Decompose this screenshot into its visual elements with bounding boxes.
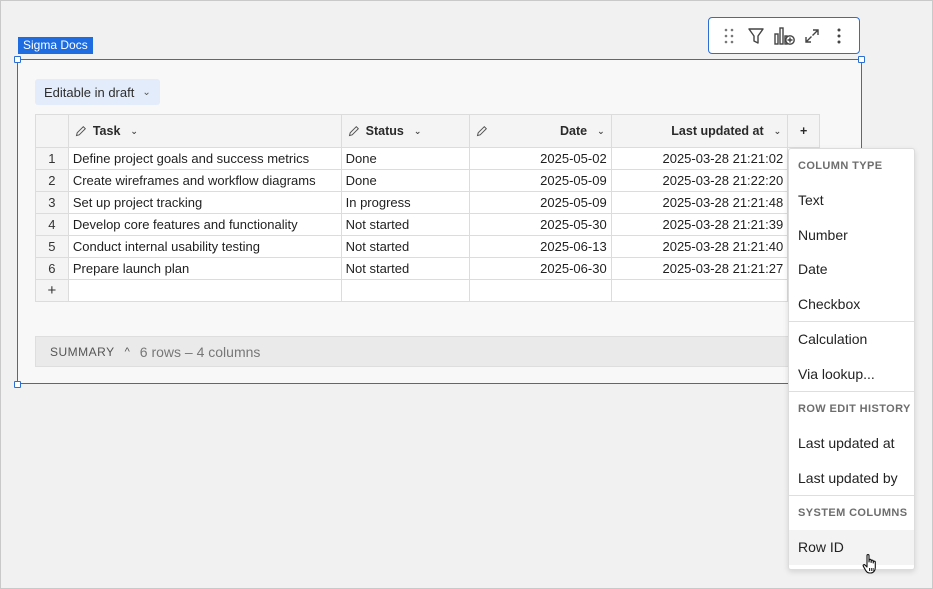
- status-cell[interactable]: Done: [340, 169, 471, 192]
- last-updated-at-cell[interactable]: 2025-03-28 21:22:20: [610, 169, 789, 192]
- menu-item-text[interactable]: Text: [789, 183, 914, 218]
- task-cell[interactable]: Define project goals and success metrics: [67, 147, 342, 170]
- date-cell[interactable]: 2025-06-13: [469, 235, 612, 258]
- status-cell[interactable]: In progress: [340, 191, 471, 214]
- menu-item-row-id[interactable]: Row ID: [789, 530, 914, 565]
- column-label: Task: [92, 124, 121, 138]
- task-cell[interactable]: Develop core features and functionality: [67, 213, 342, 236]
- summary-bar[interactable]: SUMMARY ^ 6 rows – 4 columns: [35, 336, 820, 367]
- column-header-date[interactable]: Date ⌄: [469, 114, 612, 148]
- column-label: Date: [560, 124, 588, 138]
- column-label: Last updated at: [671, 124, 764, 138]
- row-number-header: [35, 114, 69, 148]
- editable-in-draft-badge[interactable]: Editable in draft ⌄: [35, 79, 160, 105]
- table-row[interactable]: 3 Set up project tracking In progress 2025-…: [35, 191, 820, 214]
- add-row-button[interactable]: +: [35, 279, 69, 302]
- chevron-down-icon[interactable]: ⌄: [414, 126, 422, 137]
- column-header-status[interactable]: Status ⌄: [340, 114, 471, 148]
- last-updated-at-cell[interactable]: 2025-03-28 21:21:48: [610, 191, 789, 214]
- more-vertical-icon[interactable]: [828, 25, 850, 47]
- element-name-label: Sigma Docs: [18, 37, 93, 54]
- empty-cell[interactable]: [67, 279, 342, 302]
- row-number-cell: 6: [35, 257, 69, 280]
- column-label: Status: [365, 124, 404, 138]
- menu-item-last-updated-at[interactable]: Last updated at: [789, 426, 914, 461]
- task-cell[interactable]: Prepare launch plan: [67, 257, 342, 280]
- column-header-last-updated-at[interactable]: Last updated at ⌄: [610, 114, 789, 148]
- add-column-button[interactable]: +: [787, 114, 820, 148]
- chevron-down-icon: ⌄: [142, 86, 151, 98]
- add-row: +: [35, 279, 820, 302]
- table-row[interactable]: 1 Define project goals and success metric…: [35, 147, 820, 170]
- status-cell[interactable]: Not started: [340, 213, 471, 236]
- menu-item-calculation[interactable]: Calculation: [789, 322, 914, 357]
- date-cell[interactable]: 2025-05-02: [469, 147, 612, 170]
- menu-item-date[interactable]: Date: [789, 252, 914, 287]
- last-updated-at-cell[interactable]: 2025-03-28 21:21:40: [610, 235, 789, 258]
- chevron-down-icon[interactable]: ⌄: [774, 126, 782, 137]
- table-header-row: Task ⌄ Status ⌄ Date ⌄ Last updated at ⌄…: [35, 114, 820, 148]
- task-cell[interactable]: Create wireframes and workflow diagrams: [67, 169, 342, 192]
- resize-handle-bottom-left[interactable]: [14, 381, 21, 388]
- summary-label: SUMMARY: [50, 344, 115, 359]
- pencil-icon: [477, 125, 488, 137]
- chevron-up-icon[interactable]: ^: [125, 346, 130, 358]
- table-row[interactable]: 4 Develop core features and functionality…: [35, 213, 820, 236]
- badge-label: Editable in draft: [44, 84, 135, 100]
- empty-cell[interactable]: [340, 279, 471, 302]
- date-cell[interactable]: 2025-05-09: [469, 191, 612, 214]
- resize-handle-top-left[interactable]: [14, 56, 21, 63]
- chevron-down-icon[interactable]: ⌄: [130, 126, 138, 137]
- filter-icon[interactable]: [745, 25, 767, 47]
- date-cell[interactable]: 2025-05-09: [469, 169, 612, 192]
- pencil-icon: [75, 125, 86, 137]
- expand-icon[interactable]: [801, 25, 823, 47]
- table-row[interactable]: 6 Prepare launch plan Not started 2025-06-3…: [35, 257, 820, 280]
- hand-pointer-cursor-icon: [862, 553, 876, 574]
- row-number-cell: 1: [35, 147, 69, 170]
- status-cell[interactable]: Done: [340, 147, 471, 170]
- menu-item-via-lookup[interactable]: Via lookup...: [789, 357, 914, 392]
- pencil-icon: [348, 125, 359, 137]
- empty-cell[interactable]: [610, 279, 789, 302]
- add-chart-icon[interactable]: [773, 25, 795, 47]
- task-cell[interactable]: Conduct internal usability testing: [67, 235, 342, 258]
- input-table: Task ⌄ Status ⌄ Date ⌄ Last updated at ⌄…: [35, 114, 820, 302]
- last-updated-at-cell[interactable]: 2025-03-28 21:21:39: [610, 213, 789, 236]
- menu-item-checkbox[interactable]: Checkbox: [789, 287, 914, 322]
- table-row[interactable]: 5 Conduct internal usability testing Not s…: [35, 235, 820, 258]
- menu-section-header: ROW EDIT HISTORY: [798, 403, 911, 415]
- row-number-cell: 5: [35, 235, 69, 258]
- menu-item-number[interactable]: Number: [789, 218, 914, 253]
- task-cell[interactable]: Set up project tracking: [67, 191, 342, 214]
- row-number-cell: 4: [35, 213, 69, 236]
- element-toolbar: [708, 17, 860, 54]
- status-cell[interactable]: Not started: [340, 235, 471, 258]
- drag-handle-icon[interactable]: [718, 25, 740, 47]
- summary-count: 6 rows – 4 columns: [139, 343, 261, 360]
- menu-section-header: SYSTEM COLUMNS: [798, 507, 908, 519]
- row-number-cell: 2: [35, 169, 69, 192]
- last-updated-at-cell[interactable]: 2025-03-28 21:21:27: [610, 257, 789, 280]
- column-header-task[interactable]: Task ⌄: [67, 114, 342, 148]
- chevron-down-icon[interactable]: ⌄: [597, 126, 605, 137]
- empty-cell[interactable]: [469, 279, 612, 302]
- last-updated-at-cell[interactable]: 2025-03-28 21:21:02: [610, 147, 789, 170]
- resize-handle-top-right[interactable]: [858, 56, 865, 63]
- menu-item-last-updated-by[interactable]: Last updated by: [789, 461, 914, 496]
- status-cell[interactable]: Not started: [340, 257, 471, 280]
- row-number-cell: 3: [35, 191, 69, 214]
- table-row[interactable]: 2 Create wireframes and workflow diagrams…: [35, 169, 820, 192]
- add-column-menu: COLUMN TYPE Text Number Date Checkbox Ca…: [788, 148, 915, 570]
- menu-section-header: COLUMN TYPE: [798, 160, 883, 172]
- date-cell[interactable]: 2025-05-30: [469, 213, 612, 236]
- date-cell[interactable]: 2025-06-30: [469, 257, 612, 280]
